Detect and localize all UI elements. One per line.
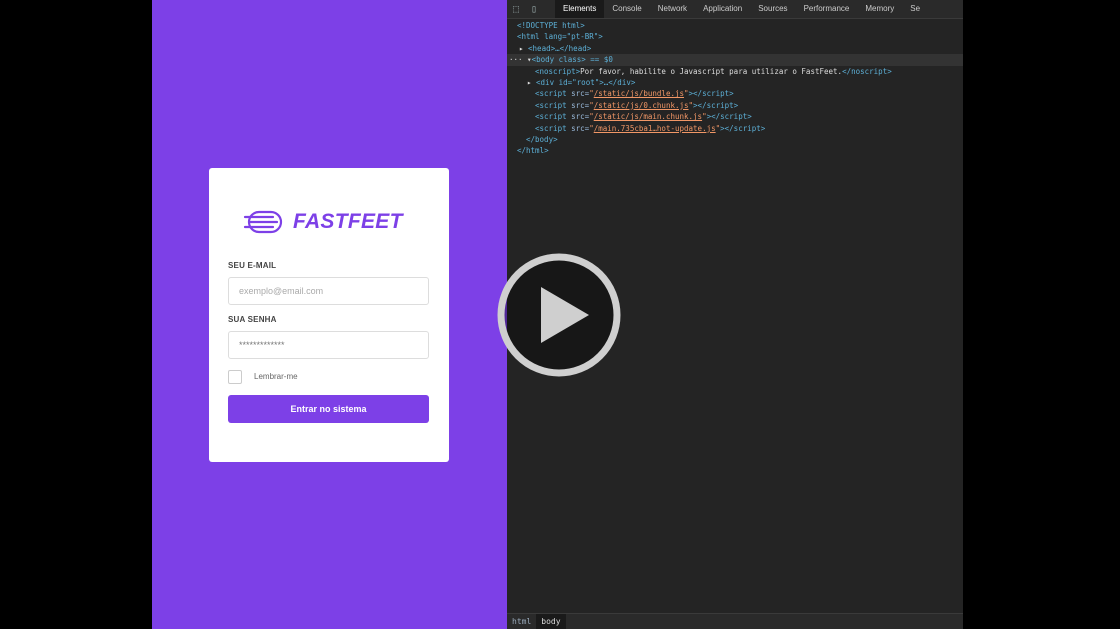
password-input[interactable]	[228, 331, 429, 359]
inspect-element-icon[interactable]: ⬚	[507, 0, 525, 18]
tab-sources[interactable]: Sources	[750, 0, 795, 18]
breadcrumb-html[interactable]: html	[507, 614, 536, 629]
dom-node[interactable]: <html lang="pt-BR">	[507, 31, 963, 42]
breadcrumb-body[interactable]: body	[536, 614, 566, 629]
dom-node-selected[interactable]: ··· ▾<body class> == $0	[507, 54, 963, 66]
breadcrumb: html body	[507, 613, 963, 629]
tab-network[interactable]: Network	[650, 0, 695, 18]
dom-node[interactable]: <script src="/main.735cba1…hot-update.js…	[507, 123, 963, 134]
tab-application[interactable]: Application	[695, 0, 750, 18]
remember-checkbox[interactable]	[228, 370, 242, 384]
dom-node[interactable]: </body>	[507, 134, 963, 145]
dom-tree: <!DOCTYPE html> <html lang="pt-BR"> ▸ <h…	[507, 20, 963, 157]
tab-console[interactable]: Console	[604, 0, 649, 18]
tab-performance[interactable]: Performance	[796, 0, 858, 18]
submit-button[interactable]: Entrar no sistema	[228, 395, 429, 423]
device-toggle-icon[interactable]: ▯	[525, 0, 543, 18]
dom-node[interactable]: </html>	[507, 145, 963, 156]
devtools-tabs: Elements Console Network Application Sources…	[555, 0, 928, 18]
login-card: FASTFEET SEU E-MAIL SUA SENHA Lembrar-me…	[209, 168, 449, 462]
dom-node[interactable]: <!DOCTYPE html>	[507, 20, 963, 31]
brand-logo: FASTFEET	[243, 207, 413, 237]
dom-node[interactable]: ▸ <div id="root">…</div>	[507, 77, 963, 88]
tab-elements[interactable]: Elements	[555, 0, 605, 18]
login-page: FASTFEET SEU E-MAIL SUA SENHA Lembrar-me…	[152, 0, 507, 629]
tab-se[interactable]: Se	[902, 0, 928, 18]
dom-node[interactable]: <script src="/static/js/main.chunk.js"><…	[507, 111, 963, 122]
email-input[interactable]	[228, 277, 429, 305]
dom-node[interactable]: ▸ <head>…</head>	[507, 43, 963, 54]
tab-memory[interactable]: Memory	[857, 0, 902, 18]
delivery-truck-icon	[243, 210, 283, 234]
play-icon[interactable]	[497, 253, 621, 377]
password-label: SUA SENHA	[228, 315, 277, 324]
devtools-toolbar: ⬚ ▯ Elements Console Network Application Sou…	[507, 0, 963, 19]
email-label: SEU E-MAIL	[228, 261, 277, 270]
dom-node[interactable]: <script src="/static/js/0.chunk.js"></sc…	[507, 100, 963, 111]
brand-name: FASTFEET	[293, 210, 403, 233]
remember-label: Lembrar-me	[254, 372, 298, 381]
dom-node[interactable]: <script src="/static/js/bundle.js"></scr…	[507, 88, 963, 99]
dom-node[interactable]: <noscript>Por favor, habilite o Javascri…	[507, 66, 963, 77]
